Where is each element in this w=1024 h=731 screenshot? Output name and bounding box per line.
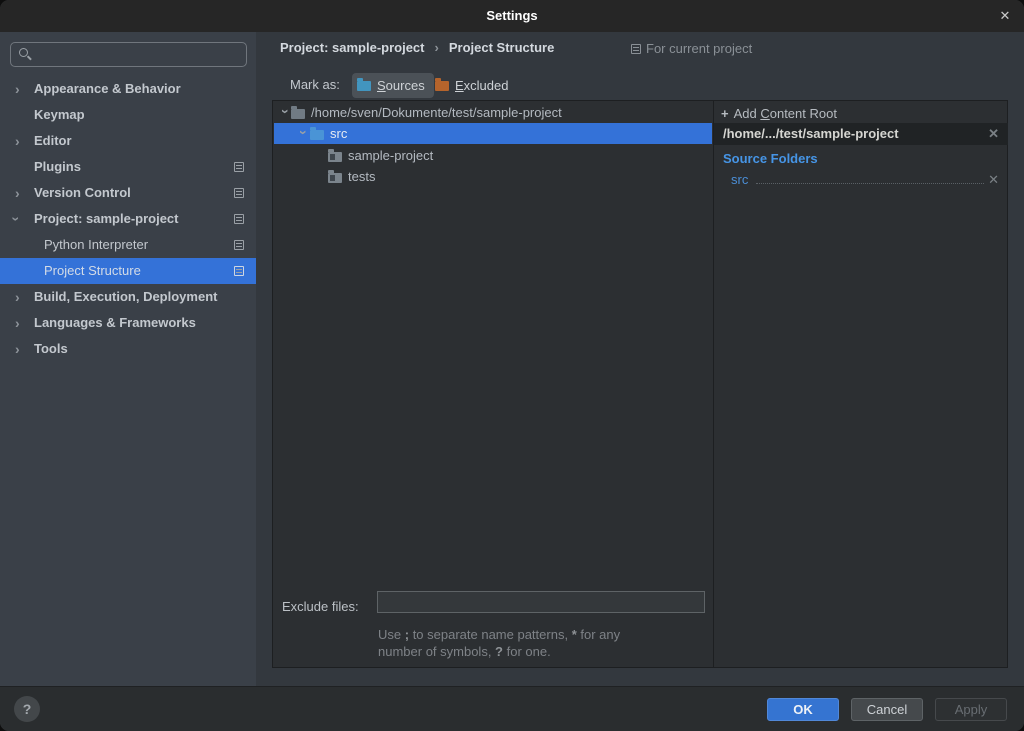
breadcrumb-separator: › (435, 40, 439, 55)
exclude-hint-line1: Use ; to separate name patterns, * for a… (378, 627, 620, 642)
sidebar-item-label: Version Control (34, 180, 131, 206)
apply-button: Apply (935, 698, 1007, 721)
chevron-right-icon[interactable]: › (15, 336, 20, 362)
sidebar-item-project-structure[interactable]: Project Structure (0, 258, 256, 284)
sidebar-item-tools[interactable]: › Tools (0, 336, 256, 362)
window-title: Settings (0, 8, 1024, 23)
source-folder-icon (310, 130, 324, 140)
chevron-right-icon[interactable]: › (15, 284, 20, 310)
content-root-path-row[interactable]: /home/.../test/sample-project ✕ (714, 123, 1008, 145)
sidebar-item-label: Keymap (34, 102, 85, 128)
sidebar-item-label: Plugins (34, 154, 81, 180)
sidebar-item-appearance-behavior[interactable]: › Appearance & Behavior (0, 76, 256, 102)
exclude-hint-line2: number of symbols, ? for one. (378, 644, 551, 659)
chevron-right-icon[interactable]: › (15, 128, 20, 154)
chevron-right-icon[interactable]: › (15, 310, 20, 336)
breadcrumb: Project: sample-project › Project Structur… (280, 40, 554, 60)
chevron-right-icon[interactable]: › (15, 180, 20, 206)
sidebar-item-plugins[interactable]: Plugins (0, 154, 256, 180)
sidebar-item-keymap[interactable]: Keymap (0, 102, 256, 128)
breadcrumb-page: Project Structure (449, 40, 554, 55)
tree-row-label: tests (348, 166, 375, 187)
sidebar-item-label: Project Structure (44, 258, 141, 284)
title-bar: Settings ✕ (0, 0, 1024, 32)
tree-row-label: sample-project (348, 145, 433, 166)
exclude-files-label: Exclude files: (282, 599, 359, 614)
tree-row-src[interactable]: › src (274, 123, 712, 144)
for-current-project-icon (631, 44, 641, 54)
shared-settings-icon (234, 162, 244, 172)
source-folder-row[interactable]: src ✕ (714, 169, 1008, 190)
sidebar-item-project[interactable]: › Project: sample-project (0, 206, 256, 232)
for-current-project-label: For current project (646, 41, 752, 56)
folder-icon (291, 109, 305, 119)
excluded-label-rest: xcluded (464, 78, 509, 93)
help-button[interactable]: ? (14, 696, 40, 722)
chevron-down-icon[interactable]: › (3, 217, 29, 222)
sidebar-item-label: Project: sample-project (34, 206, 179, 232)
search-input[interactable] (35, 44, 240, 65)
breadcrumb-project[interactable]: Project: sample-project (280, 40, 425, 55)
sources-folder-icon (357, 81, 371, 91)
settings-sidebar: › Appearance & Behavior Keymap › Editor … (0, 32, 256, 686)
search-box[interactable] (10, 42, 247, 67)
search-icon (19, 48, 28, 57)
remove-source-folder-icon[interactable]: ✕ (988, 169, 999, 190)
tree-row-tests[interactable]: tests (274, 166, 712, 187)
sources-label: S (377, 78, 386, 93)
tree-row-content-root[interactable]: › /home/sven/Dokumente/test/sample-proje… (274, 102, 712, 123)
remove-content-root-icon[interactable]: ✕ (988, 123, 999, 145)
cancel-button[interactable]: Cancel (851, 698, 923, 721)
folder-icon (328, 173, 342, 183)
folder-icon (328, 152, 342, 162)
sidebar-item-languages-frameworks[interactable]: › Languages & Frameworks (0, 310, 256, 336)
excluded-folder-icon (435, 81, 449, 91)
content-root-path: /home/.../test/sample-project (723, 126, 899, 141)
sidebar-item-label: Appearance & Behavior (34, 76, 181, 102)
settings-dialog: Settings ✕ › Appearance & Behavior Keyma… (0, 0, 1024, 731)
sidebar-item-label: Python Interpreter (44, 232, 148, 258)
sidebar-item-label: Editor (34, 128, 72, 154)
mark-sources-button[interactable]: Sources (352, 73, 434, 98)
source-folders-title: Source Folders (723, 151, 818, 166)
sidebar-item-label: Build, Execution, Deployment (34, 284, 217, 310)
mark-as-label: Mark as: (290, 77, 340, 92)
sources-label-rest: ources (386, 78, 425, 93)
tree-row-label: /home/sven/Dokumente/test/sample-project (311, 102, 562, 123)
close-icon[interactable]: ✕ (996, 7, 1014, 25)
sidebar-item-label: Tools (34, 336, 68, 362)
shared-settings-icon (234, 214, 244, 224)
sidebar-item-editor[interactable]: › Editor (0, 128, 256, 154)
shared-settings-icon (234, 240, 244, 250)
add-content-root-button[interactable]: +Add Content Root (714, 103, 1008, 124)
ok-button[interactable]: OK (767, 698, 839, 721)
shared-settings-icon (234, 188, 244, 198)
excluded-label: E (455, 78, 464, 93)
dotted-leader (756, 183, 984, 184)
footer-bar: ? OK Cancel Apply (0, 686, 1024, 731)
shared-settings-icon (234, 266, 244, 276)
mark-excluded-button[interactable]: Excluded (431, 73, 512, 98)
exclude-files-input[interactable] (377, 591, 705, 613)
plus-icon: + (721, 106, 729, 121)
sidebar-item-version-control[interactable]: › Version Control (0, 180, 256, 206)
sidebar-item-python-interpreter[interactable]: Python Interpreter (0, 232, 256, 258)
sidebar-item-build-execution-deployment[interactable]: › Build, Execution, Deployment (0, 284, 256, 310)
content-roots-panel: › /home/sven/Dokumente/test/sample-proje… (272, 100, 1008, 668)
tree-row-sample-project[interactable]: sample-project (274, 145, 712, 166)
chevron-right-icon[interactable]: › (15, 76, 20, 102)
tree-row-label: src (330, 123, 347, 144)
sidebar-item-label: Languages & Frameworks (34, 310, 196, 336)
source-folder-name[interactable]: src (731, 169, 748, 190)
